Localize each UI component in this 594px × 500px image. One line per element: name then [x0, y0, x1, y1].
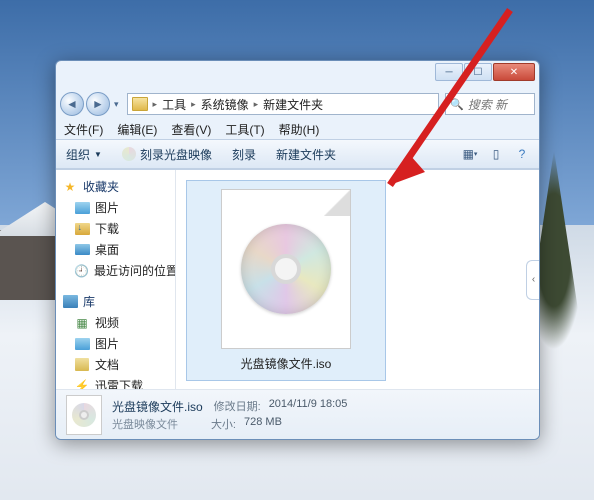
search-box[interactable]: 🔍 搜索 新 — [445, 93, 535, 115]
sidebar-libraries[interactable]: 库 — [60, 291, 171, 312]
sidebar-documents[interactable]: 文档 — [60, 354, 171, 375]
menu-help[interactable]: 帮助(H) — [279, 121, 320, 138]
minimize-button[interactable]: ─ — [435, 63, 463, 81]
address-bar[interactable]: ▸ 工具 ▸ 系统镜像 ▸ 新建文件夹 — [127, 93, 439, 115]
nav-history-dropdown[interactable]: ▾ — [112, 99, 121, 110]
menubar: 文件(F) 编辑(E) 查看(V) 工具(T) 帮助(H) — [56, 119, 539, 139]
burn-button[interactable]: 刻录 — [228, 144, 260, 165]
toolbar: 组织▼ 刻录光盘映像 刻录 新建文件夹 ▦▾ ▯ ? — [56, 139, 539, 169]
menu-file[interactable]: 文件(F) — [64, 121, 103, 138]
library-icon — [63, 295, 78, 308]
file-label: 光盘镜像文件.iso — [241, 355, 332, 372]
menu-view[interactable]: 查看(V) — [171, 121, 211, 138]
video-icon: ▦ — [74, 315, 90, 331]
view-mode-button[interactable]: ▦▾ — [459, 144, 481, 164]
file-item-selected[interactable]: 光盘镜像文件.iso — [186, 180, 386, 381]
downloads-icon — [75, 223, 90, 235]
details-date-label: 修改日期: — [211, 398, 261, 415]
new-folder-button[interactable]: 新建文件夹 — [272, 144, 340, 165]
preview-pane-toggle[interactable]: ‹ — [526, 260, 539, 300]
crumb-2[interactable]: 系统镜像 — [201, 96, 249, 113]
help-button[interactable]: ? — [511, 144, 533, 164]
desktop-icon — [75, 244, 90, 255]
sidebar-favorites[interactable]: ★收藏夹 — [60, 176, 171, 197]
crumb-3[interactable]: 新建文件夹 — [263, 96, 323, 113]
preview-pane-button[interactable]: ▯ — [485, 144, 507, 164]
crumb-1[interactable]: 工具 — [162, 96, 186, 113]
burn-image-button[interactable]: 刻录光盘映像 — [118, 144, 216, 165]
navbar: ◄ ► ▾ ▸ 工具 ▸ 系统镜像 ▸ 新建文件夹 🔍 搜索 新 — [56, 89, 539, 119]
search-placeholder: 搜索 新 — [468, 96, 507, 113]
details-size-value: 728 MB — [244, 416, 282, 432]
nav-sidebar: ★收藏夹 图片 下载 桌面 🕘最近访问的位置 库 ▦视频 图片 文档 ⚡迅雷下载… — [56, 170, 176, 389]
window-body: ★收藏夹 图片 下载 桌面 🕘最近访问的位置 库 ▦视频 图片 文档 ⚡迅雷下载… — [56, 169, 539, 389]
nav-back-button[interactable]: ◄ — [60, 92, 84, 116]
star-icon: ★ — [62, 179, 78, 195]
sidebar-pictures[interactable]: 图片 — [60, 197, 171, 218]
file-pane[interactable]: 光盘镜像文件.iso ‹ — [176, 170, 539, 389]
details-size-label: 大小: — [186, 416, 236, 432]
organize-button[interactable]: 组织▼ — [62, 144, 106, 165]
nav-forward-button[interactable]: ► — [86, 92, 110, 116]
iso-file-icon — [221, 189, 351, 349]
details-pane: 光盘镜像文件.iso 修改日期: 2014/11/9 18:05 光盘映像文件 … — [56, 389, 539, 439]
maximize-button[interactable]: ☐ — [464, 63, 492, 81]
pictures-icon — [75, 338, 90, 350]
recent-icon: 🕘 — [74, 263, 89, 279]
menu-edit[interactable]: 编辑(E) — [117, 121, 157, 138]
explorer-window: ─ ☐ ✕ ◄ ► ▾ ▸ 工具 ▸ 系统镜像 ▸ 新建文件夹 🔍 搜索 新 文… — [55, 60, 540, 440]
folder-icon — [132, 97, 148, 111]
details-date-value: 2014/11/9 18:05 — [269, 398, 348, 415]
pictures-icon — [75, 202, 90, 214]
details-file-icon — [66, 395, 102, 435]
details-filetype: 光盘映像文件 — [112, 416, 178, 432]
menu-tools[interactable]: 工具(T) — [225, 121, 264, 138]
thunder-icon: ⚡ — [74, 378, 90, 390]
sidebar-recent[interactable]: 🕘最近访问的位置 — [60, 260, 171, 281]
disc-icon — [72, 403, 96, 427]
sidebar-desktop[interactable]: 桌面 — [60, 239, 171, 260]
disc-icon — [241, 224, 331, 314]
sidebar-lib-pictures[interactable]: 图片 — [60, 333, 171, 354]
close-button[interactable]: ✕ — [493, 63, 535, 81]
search-icon: 🔍 — [450, 98, 464, 111]
titlebar: ─ ☐ ✕ — [56, 61, 539, 89]
details-filename: 光盘镜像文件.iso — [112, 398, 203, 415]
sidebar-downloads[interactable]: 下载 — [60, 218, 171, 239]
sidebar-videos[interactable]: ▦视频 — [60, 312, 171, 333]
sidebar-thunder[interactable]: ⚡迅雷下载 — [60, 375, 171, 389]
documents-icon — [75, 358, 89, 371]
disc-icon — [122, 147, 136, 161]
